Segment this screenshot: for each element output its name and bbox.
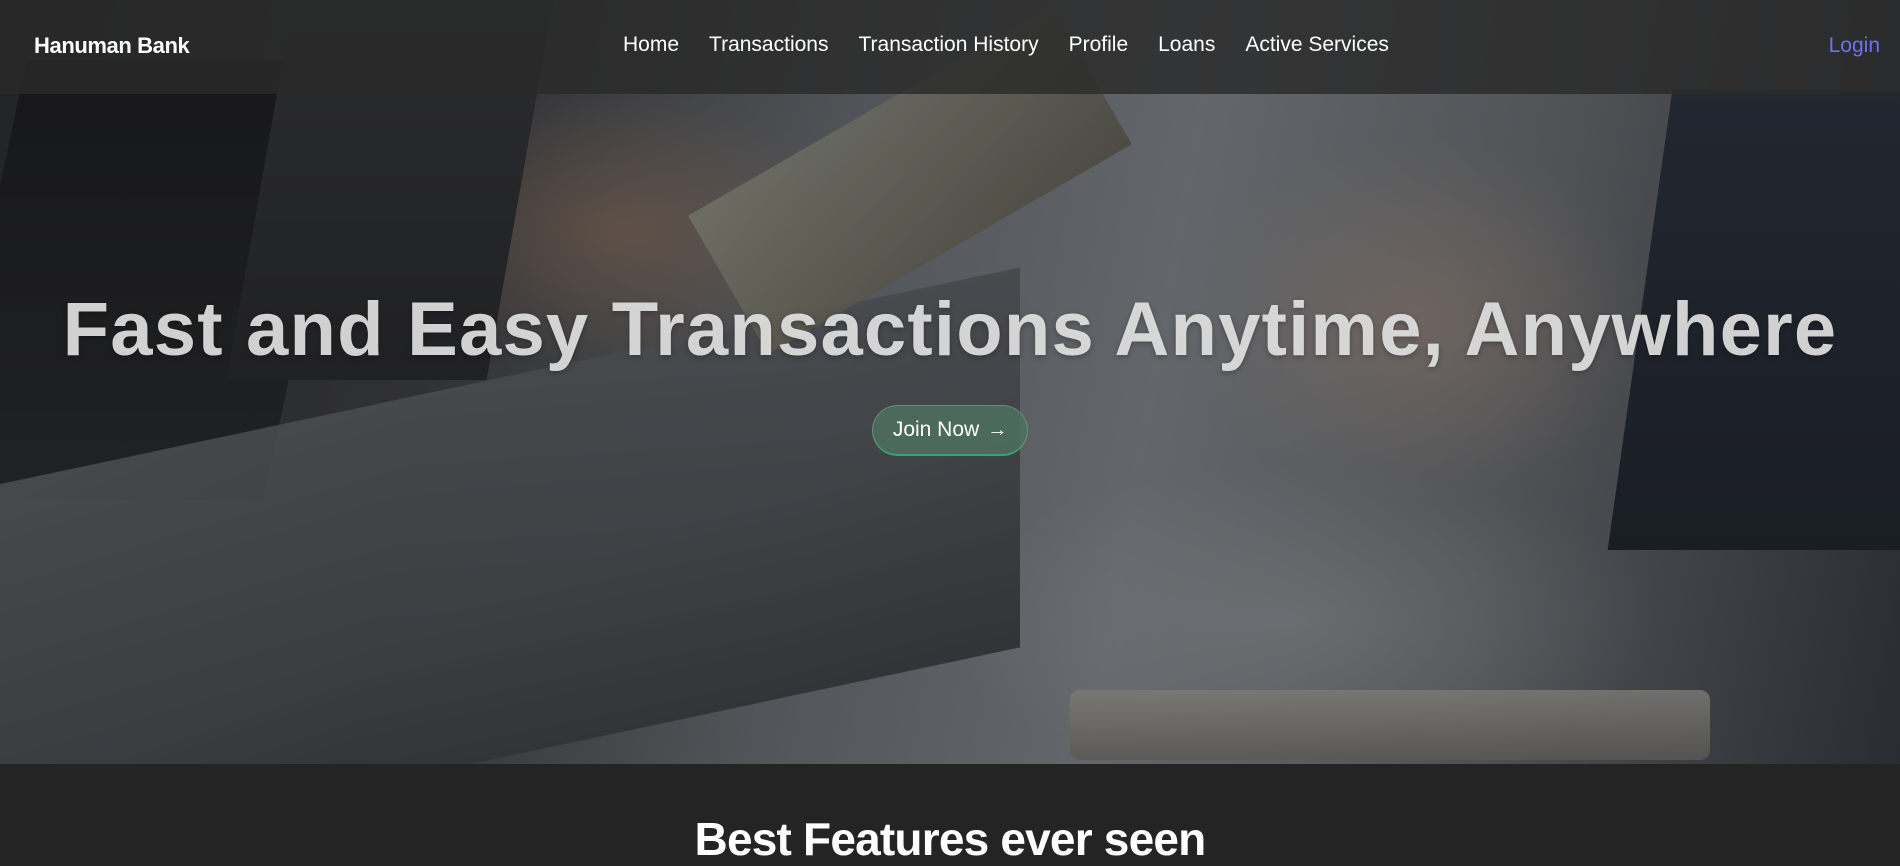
nav-active-services[interactable]: Active Services [1245, 33, 1389, 57]
nav-transactions[interactable]: Transactions [709, 33, 828, 57]
join-now-label: Join Now [892, 418, 980, 441]
arrow-right-icon: → [987, 418, 1008, 441]
hero-content: Fast and Easy Transactions Anytime, Anyw… [0, 286, 1900, 456]
features-section: Best Features ever seen [0, 764, 1900, 865]
hero-section: Fast and Easy Transactions Anytime, Anyw… [0, 0, 1900, 764]
nav-home[interactable]: Home [623, 33, 679, 57]
features-title: Best Features ever seen [694, 813, 1207, 865]
join-now-button[interactable]: Join Now → [871, 405, 1029, 456]
login-link[interactable]: Login [1829, 34, 1880, 58]
nav-transaction-history[interactable]: Transaction History [858, 33, 1038, 57]
hero-headline: Fast and Easy Transactions Anytime, Anyw… [62, 287, 1838, 372]
top-navbar: Hanuman Bank Home Transactions Transacti… [0, 0, 1900, 94]
nav-profile[interactable]: Profile [1069, 33, 1129, 57]
nav-loans[interactable]: Loans [1158, 33, 1215, 57]
brand-logo[interactable]: Hanuman Bank [34, 33, 190, 59]
nav-links: Home Transactions Transaction History Pr… [623, 33, 1389, 57]
